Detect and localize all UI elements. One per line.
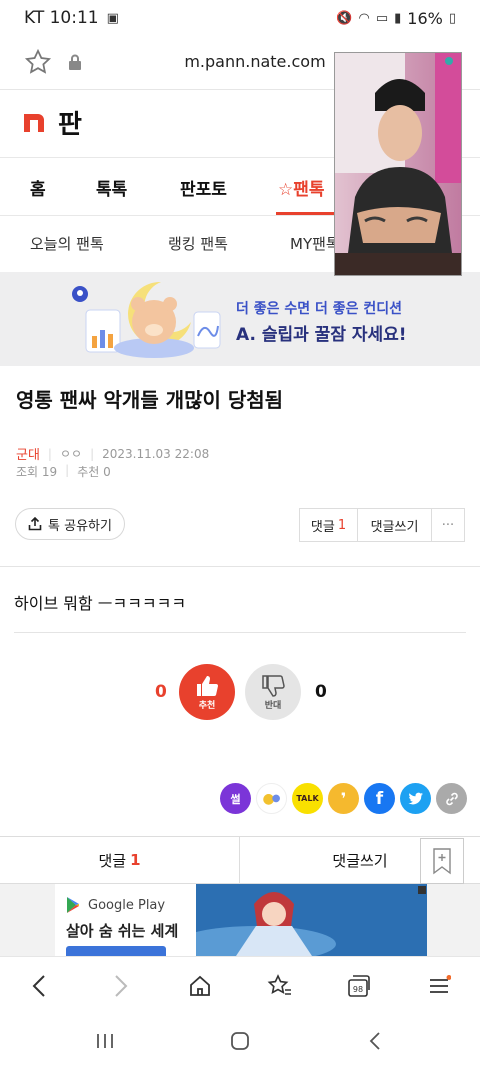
wifi-icon: ◠ xyxy=(358,10,370,26)
more-button[interactable]: ··· xyxy=(432,509,464,541)
bookmarks-icon[interactable] xyxy=(265,971,295,1001)
article-recommends: 추천 0 xyxy=(77,465,111,479)
article-body: 하이브 뭐함 ㅡㅋㅋㅋㅋㅋ xyxy=(14,594,187,613)
banner-illustration xyxy=(72,281,221,358)
active-tab-indicator xyxy=(276,212,336,215)
tabs-icon[interactable]: 98 xyxy=(344,971,374,1001)
twitter-bird-icon xyxy=(408,792,423,804)
hd-icon: ▭ xyxy=(375,10,389,26)
browser-toolbar: 98 xyxy=(0,956,480,1014)
comments-tab-label: 댓글 xyxy=(98,851,127,870)
google-play-label: Google Play xyxy=(66,896,165,914)
kakaostory-share-icon[interactable]: ❜ xyxy=(328,783,359,814)
banner-line2: A. 슬립과 꿀잠 자세요! xyxy=(236,325,407,345)
article-category[interactable]: 군대 xyxy=(16,444,40,463)
comments-tab-count: 1 xyxy=(130,851,141,869)
battery-icon: ▯ xyxy=(448,10,456,26)
article-author: ㅇㅇ xyxy=(59,447,83,461)
back-icon[interactable] xyxy=(24,971,54,1001)
mute-icon: 🔇 xyxy=(336,10,353,26)
nate-logo-icon[interactable] xyxy=(22,110,46,134)
write-comment-button[interactable]: 댓글쓰기 xyxy=(358,509,432,541)
thumbs-up-icon xyxy=(197,675,218,696)
divider xyxy=(0,566,480,567)
bookmark-add-icon xyxy=(433,848,451,875)
sseol-share-icon[interactable]: 썰 xyxy=(220,783,251,814)
recommend-button[interactable]: 추천 xyxy=(179,664,235,720)
twitter-share-icon[interactable] xyxy=(400,783,431,814)
article-stats: 조회 19 | 추천 0 xyxy=(16,463,111,480)
status-bar: KT 10:11 ▣ 🔇 ◠ ▭ ▮ 16% ▯ xyxy=(0,0,480,36)
article-date: 2023.11.03 22:08 xyxy=(102,446,210,461)
star-icon: ☆ xyxy=(278,180,294,200)
share-icon xyxy=(28,517,42,531)
system-home-icon[interactable] xyxy=(225,1026,255,1056)
subtab-ranking-fantok[interactable]: 랭킹 팬톡 xyxy=(168,233,228,254)
facebook-share-icon[interactable]: f xyxy=(364,783,395,814)
recommend-label: 추천 xyxy=(198,700,216,711)
pip-video-overlay[interactable] xyxy=(334,52,462,276)
divider xyxy=(14,632,466,633)
gallery-icon: ▣ xyxy=(106,10,119,26)
comments-tab[interactable]: 댓글 1 xyxy=(0,837,240,883)
banner-line1: 더 좋은 수면 더 좋은 컨디션 xyxy=(236,301,403,317)
comments-label: 댓글 xyxy=(310,519,335,535)
bottom-comment-bar: 댓글 1 댓글쓰기 xyxy=(0,836,480,884)
home-icon[interactable] xyxy=(185,971,215,1001)
ad-character-art xyxy=(196,884,427,956)
battery-percent: 16% xyxy=(407,8,443,28)
tab-pann-photo[interactable]: 판포토 xyxy=(180,175,227,200)
article-meta: 군대 | ㅇㅇ | 2023.11.03 22:08 xyxy=(16,444,210,464)
forward-icon[interactable] xyxy=(106,971,136,1001)
tab-home[interactable]: 홈 xyxy=(30,175,46,200)
link-icon xyxy=(445,792,458,805)
thumbs-down-icon xyxy=(262,674,285,697)
share-button[interactable]: 톡 공유하기 xyxy=(15,508,125,540)
system-nav-bar xyxy=(0,1014,480,1067)
google-play-text: Google Play xyxy=(88,897,166,913)
tab-toktok[interactable]: 톡톡 xyxy=(96,175,127,200)
oppose-button[interactable]: 반대 xyxy=(245,664,301,720)
google-play-ad[interactable]: Google Play 살아 숨 쉬는 세계 xyxy=(0,884,480,956)
site-logo-text[interactable]: 판 xyxy=(58,104,82,141)
meta-separator: | xyxy=(90,446,95,461)
vote-section: 0 추천 반대 0 xyxy=(0,662,480,722)
comment-button-group: 댓글 1 댓글쓰기 ··· xyxy=(299,508,465,542)
recommend-count: 0 xyxy=(155,682,167,702)
recent-apps-icon[interactable] xyxy=(90,1026,120,1056)
ad-text: 살아 숨 쉬는 세계 xyxy=(66,922,179,940)
pip-video-frame xyxy=(335,53,461,275)
subtab-today-fantok[interactable]: 오늘의 팬톡 xyxy=(30,233,104,254)
kakaotalk-share-icon[interactable]: TALK xyxy=(292,783,323,814)
copy-link-icon[interactable] xyxy=(436,783,467,814)
ad-cta-button[interactable] xyxy=(66,946,166,956)
system-back-icon[interactable] xyxy=(360,1026,390,1056)
comments-count: 1 xyxy=(337,517,347,533)
status-time: KT 10:11 xyxy=(24,8,99,28)
ad-banner[interactable]: 더 좋은 수면 더 좋은 컨디션 A. 슬립과 꿀잠 자세요! xyxy=(0,272,480,366)
tab-fantok[interactable]: ☆팬톡 xyxy=(278,175,325,200)
article-views: 조회 19 xyxy=(16,465,58,479)
menu-icon[interactable] xyxy=(424,971,454,1001)
comments-button[interactable]: 댓글 1 xyxy=(300,509,358,541)
band-share-icon[interactable]: ● ● xyxy=(256,783,287,814)
tab-fantok-label: 팬톡 xyxy=(293,180,325,200)
tabs-count: 98 xyxy=(353,985,363,994)
oppose-count: 0 xyxy=(315,682,327,702)
google-play-icon xyxy=(67,897,79,913)
bookmark-add-button[interactable] xyxy=(420,838,464,884)
subtab-my-fantok[interactable]: MY팬톡 xyxy=(290,233,340,254)
meta-separator: | xyxy=(65,463,70,477)
share-label: 톡 공유하기 xyxy=(48,518,112,534)
article-title: 영통 팬싸 악개들 개많이 당첨됨 xyxy=(16,388,284,412)
signal-icon: ▮ xyxy=(394,10,402,26)
oppose-label: 반대 xyxy=(264,700,282,711)
meta-separator: | xyxy=(47,446,52,461)
sns-share-row: 썰 ● ● TALK ❜ f xyxy=(220,783,467,814)
